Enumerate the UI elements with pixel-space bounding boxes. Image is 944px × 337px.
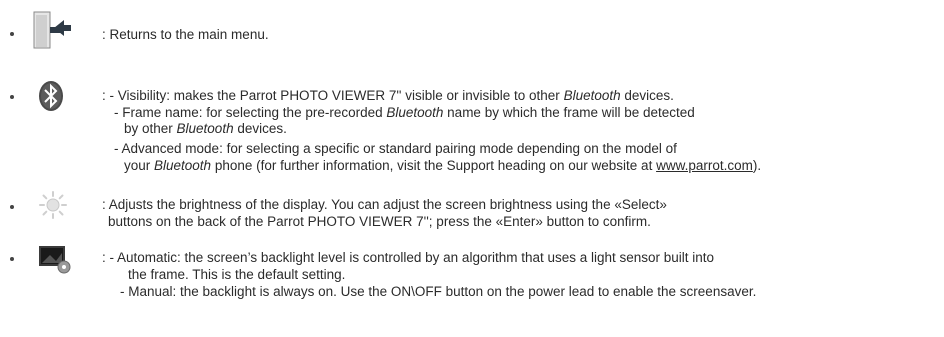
- bullet: [10, 95, 14, 99]
- automatic-line: : - Automatic: the screen’s backlight le…: [102, 250, 715, 265]
- parrot-website-link[interactable]: www.parrot.com: [656, 158, 753, 173]
- backlight-settings-icon: [38, 243, 72, 278]
- item-text: : Returns to the main menu.: [102, 27, 269, 42]
- bullet: [10, 32, 14, 36]
- frame-name-line: - Frame name: for selecting the pre-reco…: [114, 105, 695, 120]
- manual-line: - Manual: the backlight is always on. Us…: [120, 284, 757, 299]
- frame-name-line-cont: by other Bluetooth devices.: [124, 121, 287, 136]
- automatic-line-cont: the frame. This is the default setting.: [128, 267, 346, 282]
- advanced-mode-line-cont: your Bluetooth phone (for further inform…: [124, 158, 762, 173]
- brightness-sun-icon: [38, 190, 68, 223]
- brightness-line: : Adjusts the brightness of the display.…: [102, 197, 667, 212]
- brightness-line-cont: buttons on the back of the Parrot PHOTO …: [108, 214, 651, 229]
- bullet: [10, 257, 14, 261]
- bullet: [10, 205, 14, 209]
- bluetooth-icon: [38, 80, 64, 115]
- visibility-line: : - Visibility: makes the Parrot PHOTO V…: [102, 88, 674, 103]
- advanced-mode-line: - Advanced mode: for selecting a specifi…: [114, 141, 677, 156]
- exit-door-icon: [32, 10, 72, 55]
